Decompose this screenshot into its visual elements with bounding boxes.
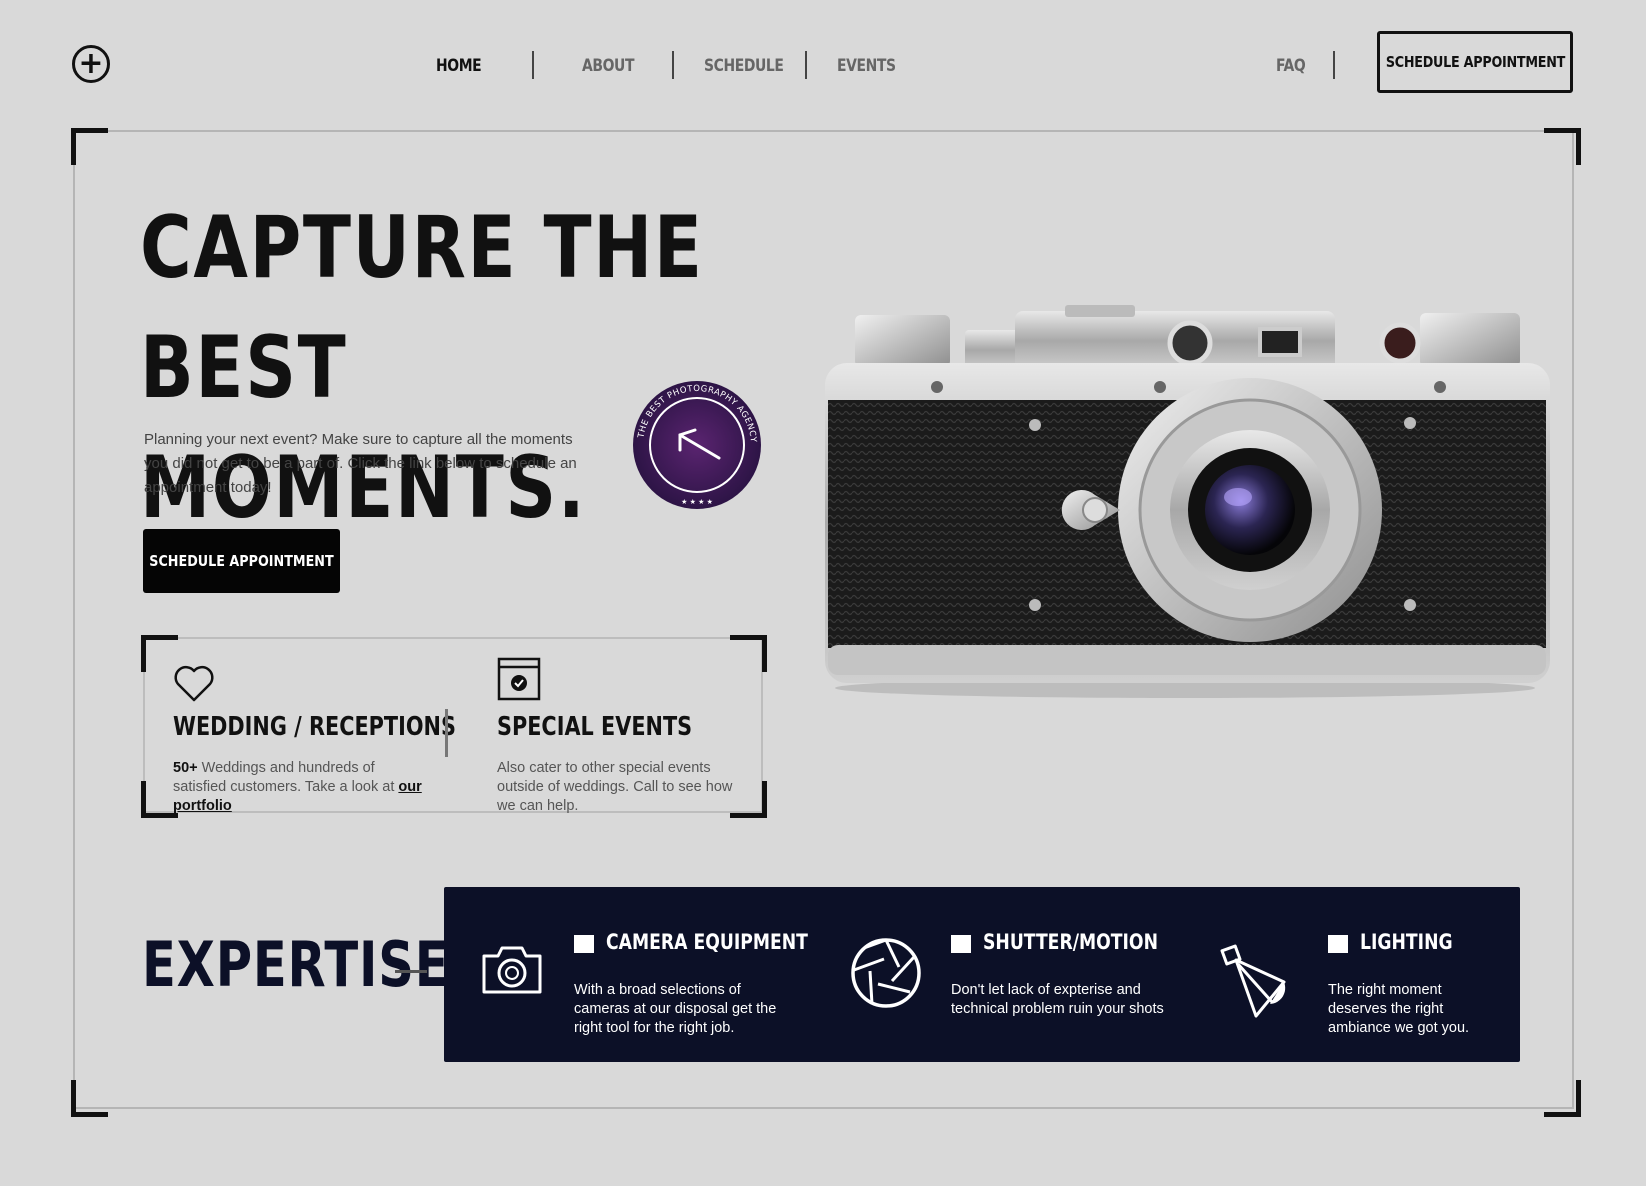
expertise-heading-lighting: LIGHTING — [1360, 930, 1453, 954]
header-schedule-label: SCHEDULE APPOINTMENT — [1385, 53, 1565, 71]
bullet-square — [951, 935, 971, 953]
header-schedule-button[interactable]: SCHEDULE APPOINTMENT — [1377, 31, 1573, 93]
aperture-icon — [851, 938, 921, 1008]
frame-corner — [71, 1080, 108, 1117]
service-title-events: SPECIAL EVENTS — [497, 712, 693, 742]
agency-badge[interactable]: THE BEST PHOTOGRAPHY AGENCY ★ ★ ★ ★ — [632, 380, 762, 510]
hero-schedule-label: SCHEDULE APPOINTMENT — [149, 552, 334, 570]
expertise-panel: CAMERA EQUIPMENT With a broad selections… — [444, 887, 1520, 1062]
calendar-check-icon — [497, 657, 541, 701]
nav-separator — [672, 51, 674, 79]
nav-separator — [1333, 51, 1335, 79]
services-corner — [730, 635, 767, 672]
service-divider — [445, 709, 448, 757]
nav-about[interactable]: ABOUT — [582, 50, 634, 82]
bullet-square — [1328, 935, 1348, 953]
expertise-dash — [395, 970, 427, 973]
hero-schedule-button[interactable]: SCHEDULE APPOINTMENT — [143, 529, 340, 593]
hero-description: Planning your next event? Make sure to c… — [144, 431, 577, 496]
nav-home[interactable]: HOME — [436, 50, 482, 82]
frame-corner — [1544, 128, 1581, 165]
badge-stars: ★ ★ ★ ★ — [681, 498, 713, 506]
services-corner — [141, 781, 178, 818]
nav-schedule[interactable]: SCHEDULE — [704, 50, 784, 82]
frame-corner — [71, 128, 108, 165]
frame-corner — [1544, 1080, 1581, 1117]
expertise-text-shutter: Don't let lack of expterise and technica… — [951, 982, 1164, 1017]
nav-separator — [532, 51, 534, 79]
expertise-text-camera: With a broad selections of cameras at ou… — [574, 982, 777, 1036]
camera-icon — [482, 946, 542, 994]
nav-events[interactable]: EVENTS — [837, 50, 896, 82]
wedding-count: 50+ — [173, 760, 198, 776]
hero-title-line1: CAPTURE THE BEST — [140, 198, 704, 418]
expertise-heading-shutter: SHUTTER/MOTION — [983, 930, 1158, 954]
services-corner — [730, 781, 767, 818]
nav-separator — [805, 51, 807, 79]
lamp-icon — [1220, 944, 1286, 1018]
services-box: WEDDING / RECEPTIONS 50+ Weddings and hu… — [143, 637, 763, 816]
camera-image — [825, 305, 1550, 698]
nav-faq[interactable]: FAQ — [1276, 50, 1306, 82]
service-text-events: Also cater to other special events outsi… — [497, 760, 733, 814]
bullet-square — [574, 935, 594, 953]
heart-icon — [174, 665, 214, 702]
expertise-heading-camera: CAMERA EQUIPMENT — [606, 930, 808, 954]
service-title-wedding: WEDDING / RECEPTIONS — [173, 712, 456, 742]
wedding-description: Weddings and hundreds of satisfied custo… — [173, 760, 395, 795]
service-text-wedding: 50+ Weddings and hundreds of satisfied c… — [173, 759, 423, 816]
services-corner — [141, 635, 178, 672]
expertise-text-lighting: The right moment deserves the right ambi… — [1328, 982, 1470, 1036]
expertise-title: EXPERTISE — [142, 928, 450, 1001]
